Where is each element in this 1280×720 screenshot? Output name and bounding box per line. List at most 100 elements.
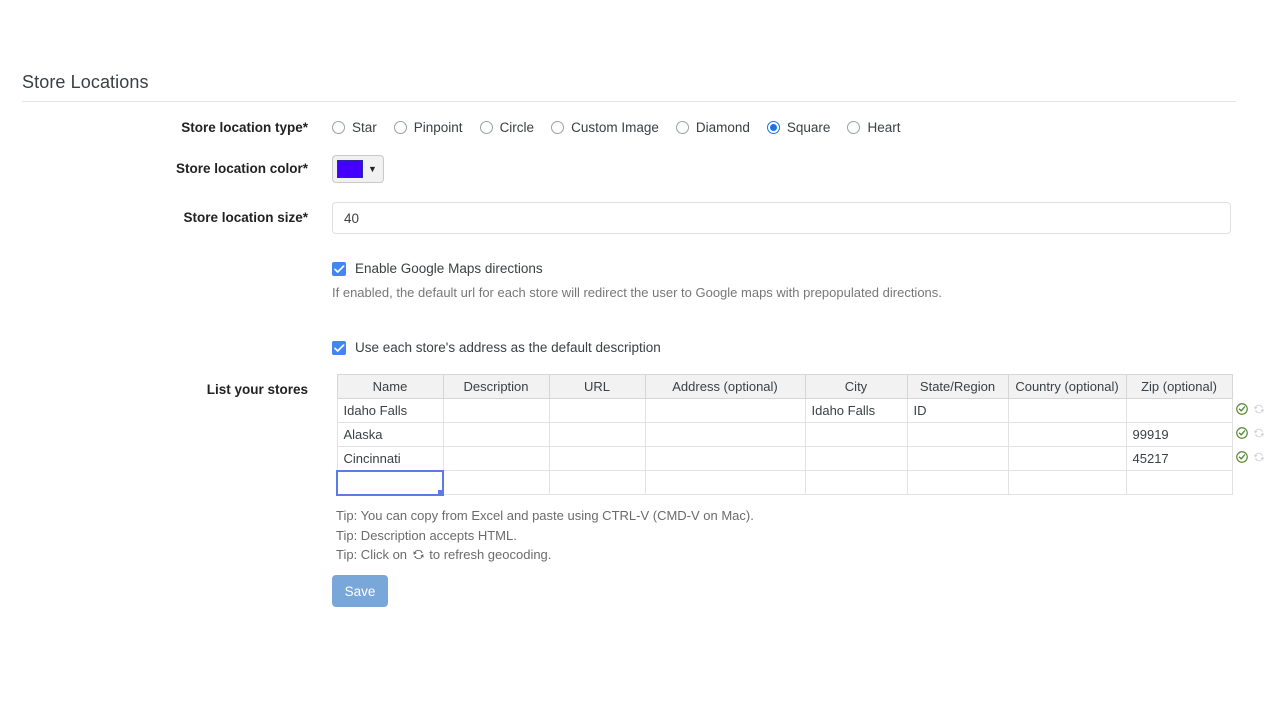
radio-option-star[interactable]: Star bbox=[332, 120, 377, 135]
table-row[interactable] bbox=[337, 471, 1232, 495]
location-size-label: Store location size* bbox=[0, 210, 308, 225]
table-row[interactable]: Alaska 99919 bbox=[337, 423, 1232, 447]
row-status-icons[interactable] bbox=[1236, 403, 1265, 415]
radio-icon[interactable] bbox=[394, 121, 407, 134]
table-cell[interactable] bbox=[443, 399, 549, 423]
column-header: URL bbox=[549, 375, 645, 399]
color-picker-button[interactable]: ▼ bbox=[332, 155, 384, 183]
enable-google-maps-label: Enable Google Maps directions bbox=[355, 261, 543, 276]
column-header: Address (optional) bbox=[645, 375, 805, 399]
row-status-icons[interactable] bbox=[1236, 451, 1265, 463]
refresh-icon bbox=[412, 548, 425, 561]
table-cell[interactable] bbox=[549, 423, 645, 447]
geocode-success-icon bbox=[1236, 427, 1248, 439]
table-cell[interactable] bbox=[645, 447, 805, 471]
geocode-success-icon bbox=[1236, 451, 1248, 463]
table-cell[interactable] bbox=[645, 423, 805, 447]
table-cell[interactable] bbox=[443, 423, 549, 447]
table-cell[interactable]: 45217 bbox=[1126, 447, 1232, 471]
location-type-radio-group[interactable]: Star Pinpoint Circle Custom Image Diamond Squ… bbox=[332, 120, 917, 135]
google-maps-help-text: If enabled, the default url for each sto… bbox=[332, 285, 942, 300]
table-cell[interactable] bbox=[1008, 447, 1126, 471]
radio-option-heart[interactable]: Heart bbox=[847, 120, 900, 135]
store-table-container[interactable]: NameDescriptionURLAddress (optional)City… bbox=[336, 374, 1231, 496]
radio-icon[interactable] bbox=[767, 121, 780, 134]
radio-icon[interactable] bbox=[332, 121, 345, 134]
table-row[interactable]: Cincinnati 45217 bbox=[337, 447, 1232, 471]
radio-option-label: Square bbox=[787, 120, 831, 135]
table-cell[interactable] bbox=[443, 447, 549, 471]
table-cell[interactable]: 99919 bbox=[1126, 423, 1232, 447]
table-cell[interactable] bbox=[805, 447, 907, 471]
table-cell[interactable] bbox=[1008, 399, 1126, 423]
table-cell[interactable] bbox=[1008, 471, 1126, 495]
table-cell[interactable] bbox=[337, 471, 443, 495]
refresh-geocoding-icon[interactable] bbox=[1253, 403, 1265, 415]
column-header: Zip (optional) bbox=[1126, 375, 1232, 399]
radio-option-label: Diamond bbox=[696, 120, 750, 135]
location-type-label: Store location type* bbox=[0, 120, 308, 135]
table-cell[interactable] bbox=[1126, 399, 1232, 423]
table-cell[interactable] bbox=[549, 471, 645, 495]
store-table-head: NameDescriptionURLAddress (optional)City… bbox=[337, 375, 1232, 399]
save-button[interactable]: Save bbox=[332, 575, 388, 607]
table-cell[interactable] bbox=[907, 423, 1008, 447]
address-default-label: Use each store's address as the default … bbox=[355, 340, 661, 355]
table-cell[interactable] bbox=[907, 471, 1008, 495]
radio-icon[interactable] bbox=[551, 121, 564, 134]
radio-option-custom-image[interactable]: Custom Image bbox=[551, 120, 659, 135]
tip-line-refresh: Tip: Click on to refresh geocoding. bbox=[336, 545, 754, 565]
row-status-icons[interactable] bbox=[1236, 427, 1265, 439]
tip-text-after: to refresh geocoding. bbox=[426, 547, 552, 562]
address-default-checkbox-row[interactable]: Use each store's address as the default … bbox=[332, 340, 661, 355]
enable-google-maps-checkbox-row[interactable]: Enable Google Maps directions bbox=[332, 261, 543, 276]
radio-option-pinpoint[interactable]: Pinpoint bbox=[394, 120, 463, 135]
title-divider bbox=[22, 101, 1236, 102]
table-cell[interactable] bbox=[645, 399, 805, 423]
radio-option-label: Circle bbox=[500, 120, 535, 135]
table-header-row: NameDescriptionURLAddress (optional)City… bbox=[337, 375, 1232, 399]
store-table-body[interactable]: Idaho FallsIdaho FallsIDAlaska99919Cinci… bbox=[337, 399, 1232, 495]
table-cell[interactable]: Idaho Falls bbox=[337, 399, 443, 423]
table-cell[interactable]: ID bbox=[907, 399, 1008, 423]
radio-option-label: Star bbox=[352, 120, 377, 135]
column-header: Description bbox=[443, 375, 549, 399]
refresh-geocoding-icon[interactable] bbox=[1253, 451, 1265, 463]
table-cell[interactable] bbox=[549, 447, 645, 471]
table-cell[interactable] bbox=[443, 471, 549, 495]
chevron-down-icon: ▼ bbox=[368, 165, 377, 174]
store-location-size-input[interactable] bbox=[332, 202, 1231, 234]
column-header: Country (optional) bbox=[1008, 375, 1126, 399]
table-cell[interactable]: Idaho Falls bbox=[805, 399, 907, 423]
radio-option-circle[interactable]: Circle bbox=[480, 120, 535, 135]
tips-block: Tip: You can copy from Excel and paste u… bbox=[336, 506, 754, 565]
radio-icon[interactable] bbox=[847, 121, 860, 134]
tip-line: Tip: You can copy from Excel and paste u… bbox=[336, 506, 754, 526]
column-header: City bbox=[805, 375, 907, 399]
checkmark-icon bbox=[334, 344, 345, 353]
radio-option-square[interactable]: Square bbox=[767, 120, 831, 135]
page-title: Store Locations bbox=[22, 72, 149, 93]
table-row[interactable]: Idaho FallsIdaho FallsID bbox=[337, 399, 1232, 423]
table-cell[interactable] bbox=[1008, 423, 1126, 447]
radio-option-label: Custom Image bbox=[571, 120, 659, 135]
table-cell[interactable] bbox=[1126, 471, 1232, 495]
refresh-geocoding-icon[interactable] bbox=[1253, 427, 1265, 439]
column-header: Name bbox=[337, 375, 443, 399]
table-cell[interactable] bbox=[805, 471, 907, 495]
radio-icon[interactable] bbox=[480, 121, 493, 134]
checkbox-icon[interactable] bbox=[332, 262, 346, 276]
tip-line: Tip: Description accepts HTML. bbox=[336, 526, 754, 546]
location-color-label: Store location color* bbox=[0, 161, 308, 176]
radio-icon[interactable] bbox=[676, 121, 689, 134]
table-cell[interactable] bbox=[907, 447, 1008, 471]
table-cell[interactable] bbox=[645, 471, 805, 495]
table-cell[interactable] bbox=[805, 423, 907, 447]
store-table[interactable]: NameDescriptionURLAddress (optional)City… bbox=[336, 374, 1233, 496]
checkbox-icon[interactable] bbox=[332, 341, 346, 355]
table-cell[interactable] bbox=[549, 399, 645, 423]
radio-option-diamond[interactable]: Diamond bbox=[676, 120, 750, 135]
column-header: State/Region bbox=[907, 375, 1008, 399]
table-cell[interactable]: Cincinnati bbox=[337, 447, 443, 471]
table-cell[interactable]: Alaska bbox=[337, 423, 443, 447]
